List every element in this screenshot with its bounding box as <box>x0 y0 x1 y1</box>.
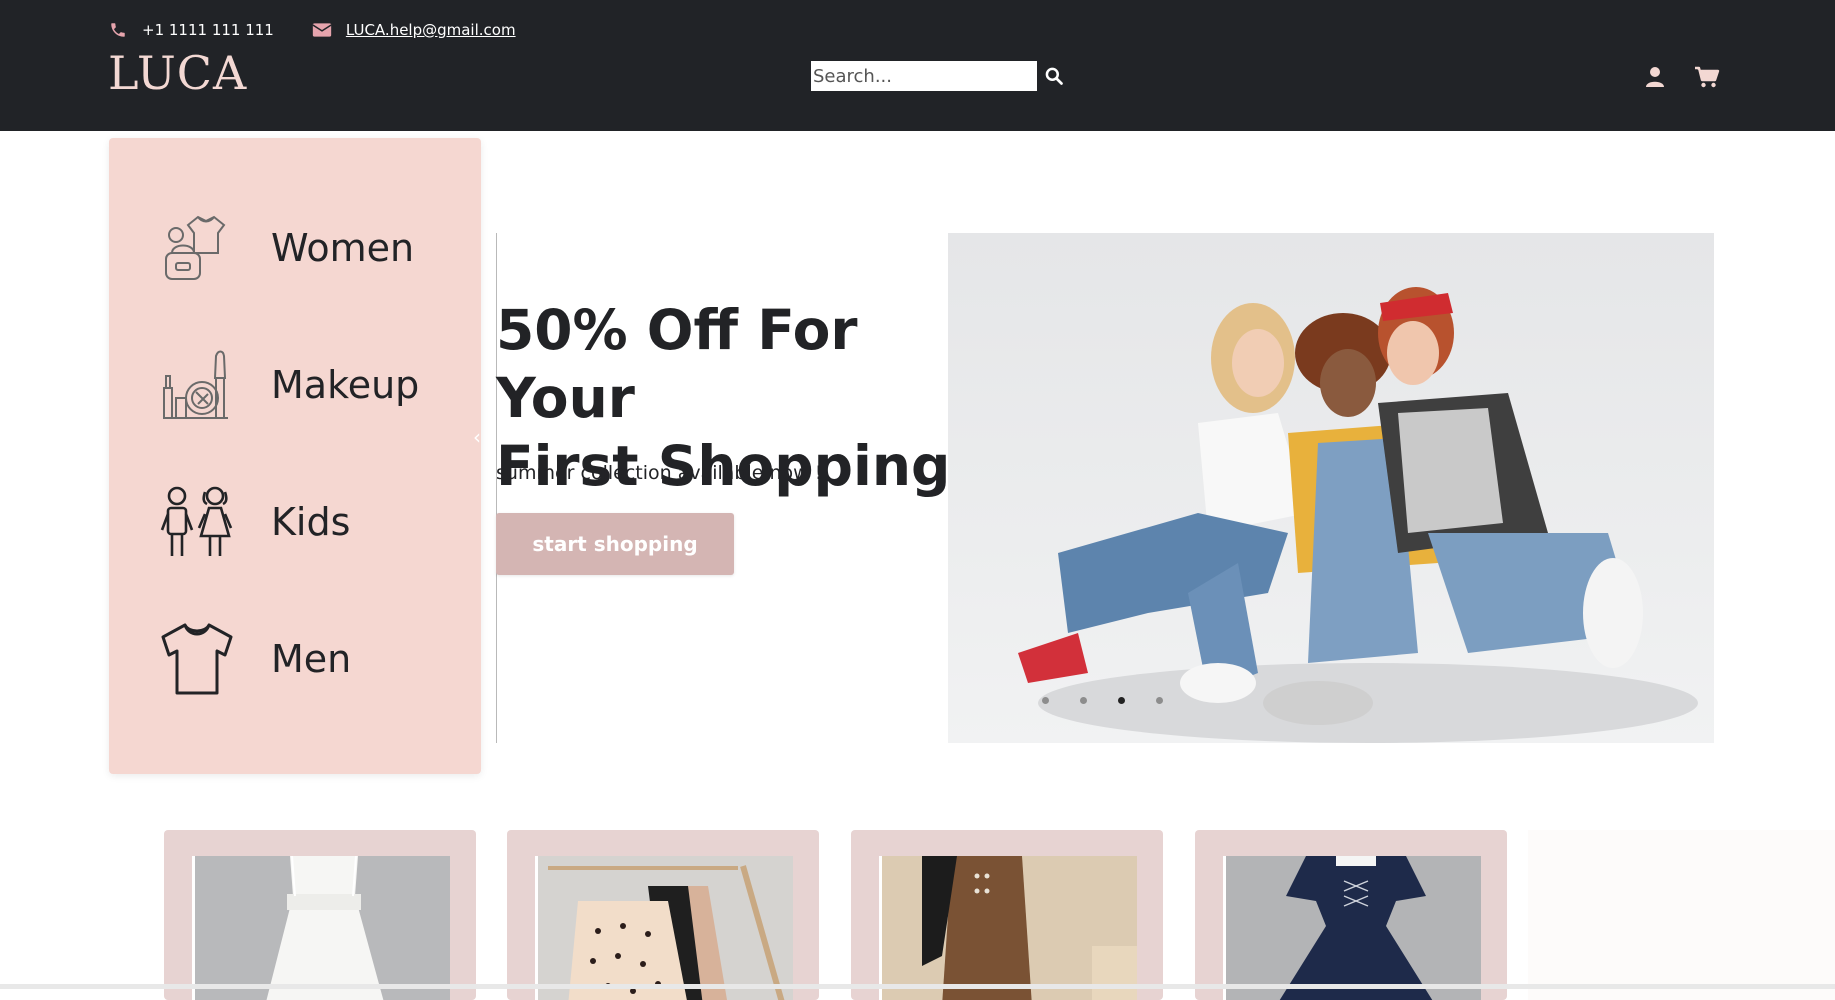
tshirt-icon <box>157 619 237 699</box>
product-image <box>192 856 450 1000</box>
product-card-sweaters[interactable] <box>507 830 819 1000</box>
category-kids[interactable]: Kids <box>157 477 457 567</box>
phone-contact: +1 1111 111 111 <box>108 20 274 40</box>
slider-dot[interactable] <box>1156 697 1163 704</box>
hero-title-line-1: 50% Off For Your <box>496 298 858 430</box>
search-bar <box>811 61 1069 91</box>
email-link[interactable]: LUCA.help@gmail.com <box>346 21 516 39</box>
start-shopping-button[interactable]: start shopping <box>496 513 734 575</box>
product-image <box>879 856 1137 1000</box>
hero-image <box>948 233 1714 743</box>
envelope-icon <box>312 20 332 40</box>
category-men[interactable]: Men <box>157 614 457 704</box>
product-card-white-dress[interactable] <box>164 830 476 1000</box>
kids-icon <box>157 482 237 562</box>
product-card-trousers[interactable] <box>851 830 1163 1000</box>
category-makeup[interactable]: Makeup <box>157 340 457 430</box>
category-women[interactable]: Women <box>157 203 457 293</box>
women-clothing-icon <box>157 208 237 288</box>
email-contact: LUCA.help@gmail.com <box>312 20 516 40</box>
site-logo[interactable]: LUCA <box>108 46 247 100</box>
header-actions <box>1640 62 1744 92</box>
category-label: Women <box>271 226 415 270</box>
phone-number: +1 1111 111 111 <box>142 21 274 39</box>
category-label: Kids <box>271 500 351 544</box>
category-label: Makeup <box>271 363 420 407</box>
contact-bar: +1 1111 111 111 LUCA.help@gmail.com <box>108 18 554 42</box>
search-input[interactable] <box>811 61 1037 91</box>
site-header: +1 1111 111 111 LUCA.help@gmail.com LUCA <box>0 0 1835 131</box>
cart-icon[interactable] <box>1692 62 1722 92</box>
slider-dot[interactable] <box>1042 697 1049 704</box>
product-card-navy-dress[interactable] <box>1195 830 1507 1000</box>
product-image <box>1223 856 1481 1000</box>
slider-dots <box>1042 697 1194 704</box>
category-menu: Women Makeup Kids Men <box>109 138 481 774</box>
user-icon[interactable] <box>1640 62 1670 92</box>
product-card-placeholder <box>1528 830 1835 1000</box>
chevron-left-icon[interactable]: ‹ <box>465 425 489 449</box>
hero-subtitle: summer collection available now ! <box>496 462 823 484</box>
page-bottom-divider <box>0 984 1835 989</box>
slider-dot[interactable] <box>1080 697 1087 704</box>
makeup-icon <box>157 345 237 425</box>
slider-dot-active[interactable] <box>1118 697 1125 704</box>
product-image <box>535 856 793 1000</box>
category-label: Men <box>271 637 352 681</box>
search-icon[interactable] <box>1039 61 1069 91</box>
phone-icon <box>108 20 128 40</box>
